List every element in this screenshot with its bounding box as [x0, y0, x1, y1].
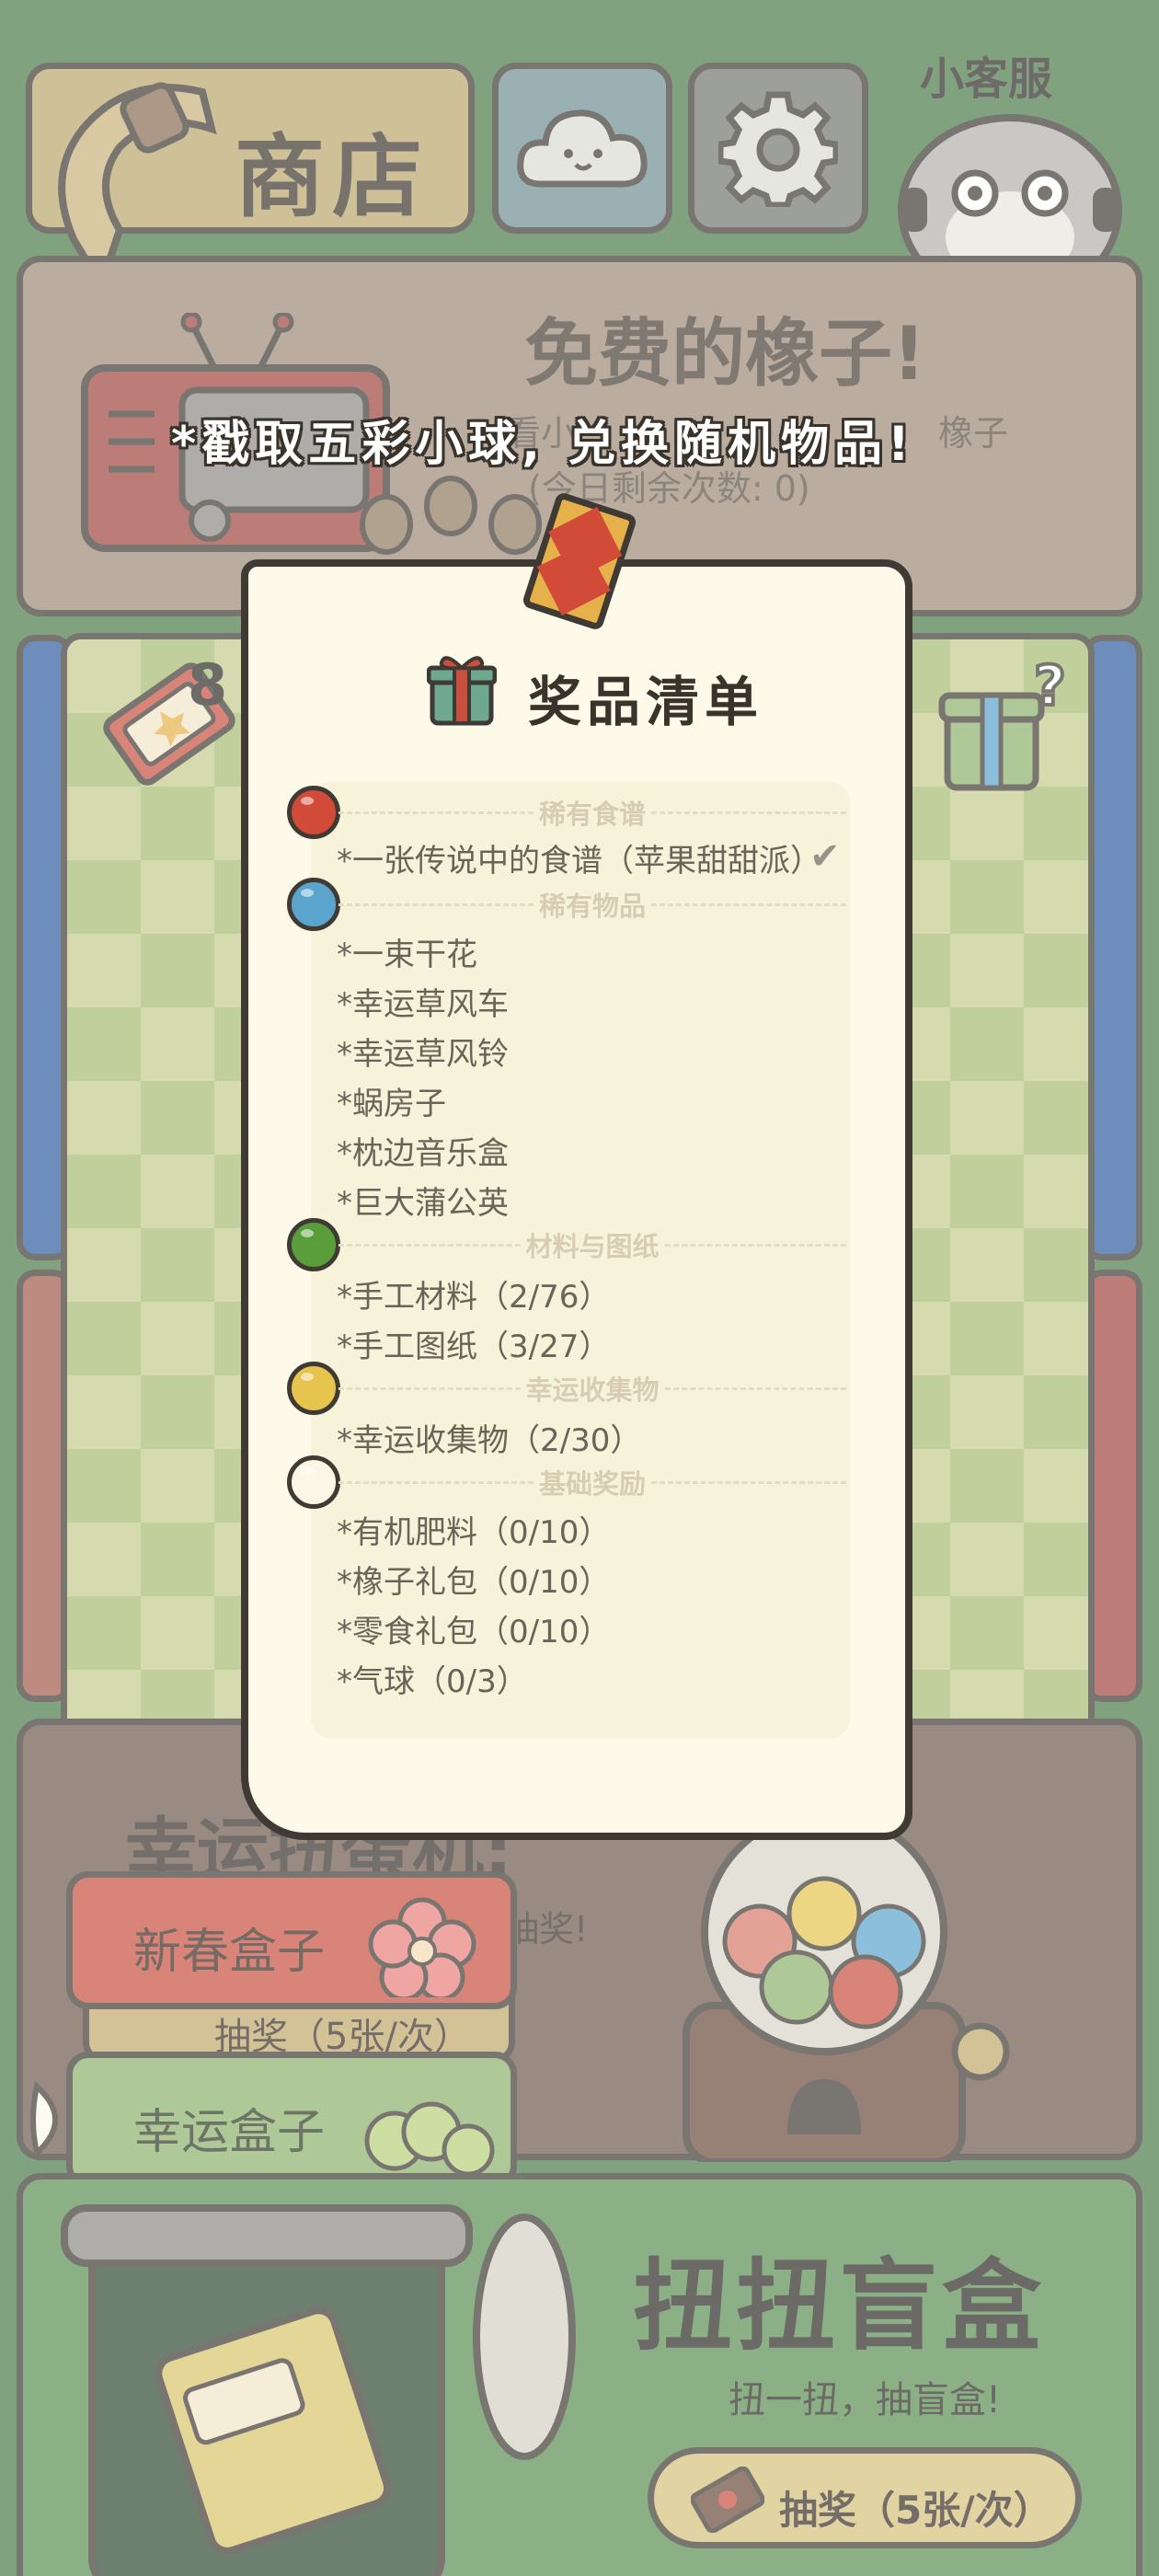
list-item: *枕边音乐盒	[337, 1135, 509, 1172]
red-ball-icon	[287, 786, 340, 839]
section-rare-recipe: 稀有食谱	[339, 797, 847, 830]
list-item: *一束干花	[337, 937, 477, 973]
white-ball-icon	[287, 1455, 340, 1509]
section-basic-rewards: 基础奖励	[339, 1466, 847, 1500]
blue-ball-icon	[287, 878, 340, 931]
list-item: *幸运草风车	[337, 986, 509, 1023]
green-ball-icon	[287, 1218, 340, 1271]
section-rare-items: 稀有物品	[339, 889, 847, 922]
list-item: *手工材料（2/76）	[337, 1279, 611, 1316]
list-item: *一张传说中的食谱（苹果甜甜派）	[337, 843, 821, 880]
check-icon: ✔	[809, 835, 841, 878]
list-item: *幸运草风铃	[337, 1036, 509, 1073]
list-item: *幸运收集物（2/30）	[337, 1422, 642, 1459]
list-item: *巨大蒲公英	[337, 1185, 509, 1222]
prize-list-title: 奖品清单	[528, 671, 764, 733]
yellow-ball-icon	[287, 1362, 340, 1415]
list-item: *手工图纸（3/27）	[337, 1328, 611, 1365]
gift-icon	[427, 656, 497, 726]
section-lucky-collectibles: 幸运收集物	[339, 1373, 847, 1406]
list-item: *零食礼包（0/10）	[337, 1614, 611, 1650]
hint-text: *戳取五彩小球, 兑换随机物品!	[171, 417, 915, 472]
list-item: *橡子礼包（0/10）	[337, 1564, 611, 1601]
list-item: *蜗房子	[337, 1086, 446, 1122]
list-item: *气球（0/3）	[337, 1663, 528, 1700]
list-item: *有机肥料（0/10）	[337, 1514, 611, 1551]
section-materials: 材料与图纸	[339, 1229, 847, 1262]
sticky-tag-icon	[522, 493, 637, 629]
